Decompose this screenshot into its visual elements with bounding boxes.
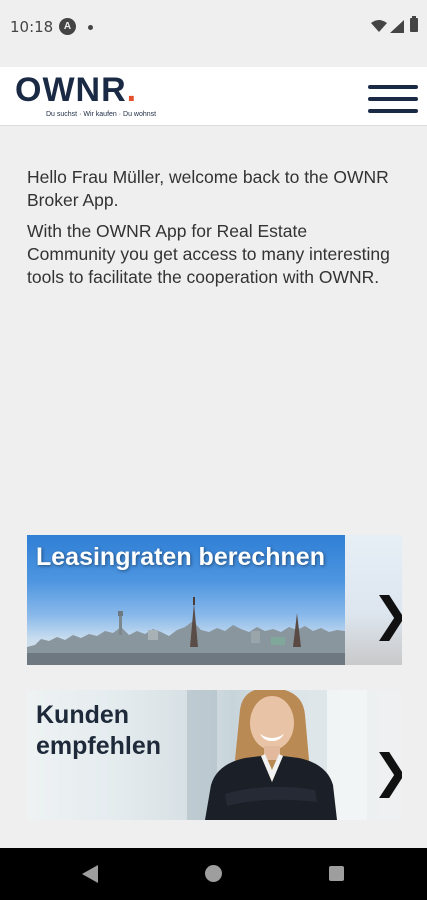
- app-header: OWNR. Du suchst · Wir kaufen · Du wohnst: [0, 67, 427, 126]
- battery-icon: [410, 16, 418, 32]
- chevron-right-icon[interactable]: ❯: [372, 748, 402, 794]
- recents-icon[interactable]: [329, 866, 344, 881]
- a-notification-icon: A: [59, 18, 76, 35]
- wifi-icon: [371, 20, 387, 32]
- businesswoman-image: [205, 690, 337, 820]
- logo-tagline: Du suchst · Wir kaufen · Du wohnst: [46, 111, 157, 118]
- card-title: Kunden empfehlen: [36, 701, 162, 760]
- recommend-customers-card[interactable]: Kunden empfehlen ❯: [27, 690, 402, 820]
- status-time: 10:18: [10, 18, 54, 36]
- ownr-logo[interactable]: OWNR. Du suchst · Wir kaufen · Du wohnst: [15, 71, 156, 118]
- welcome-section: Hello Frau Müller, welcome back to the O…: [27, 166, 397, 289]
- status-bar: 10:18 A: [0, 0, 427, 56]
- back-icon[interactable]: [82, 865, 98, 883]
- home-icon[interactable]: [205, 865, 222, 882]
- system-navigation-bar: [0, 848, 427, 900]
- logo-text: OWNR: [15, 71, 127, 109]
- signal-icon: [390, 20, 404, 33]
- logo-accent-dot: .: [126, 71, 138, 109]
- hamburger-menu-icon[interactable]: [368, 84, 420, 114]
- welcome-greeting: Hello Frau Müller, welcome back to the O…: [27, 167, 389, 210]
- chevron-right-icon[interactable]: ❯: [372, 591, 402, 637]
- card-title: Leasingraten berechnen: [36, 543, 325, 571]
- leasing-calculator-card[interactable]: Leasingraten berechnen ❯: [27, 535, 402, 665]
- dot-icon: [88, 25, 93, 30]
- welcome-description: With the OWNR App for Real Estate Commun…: [27, 221, 390, 287]
